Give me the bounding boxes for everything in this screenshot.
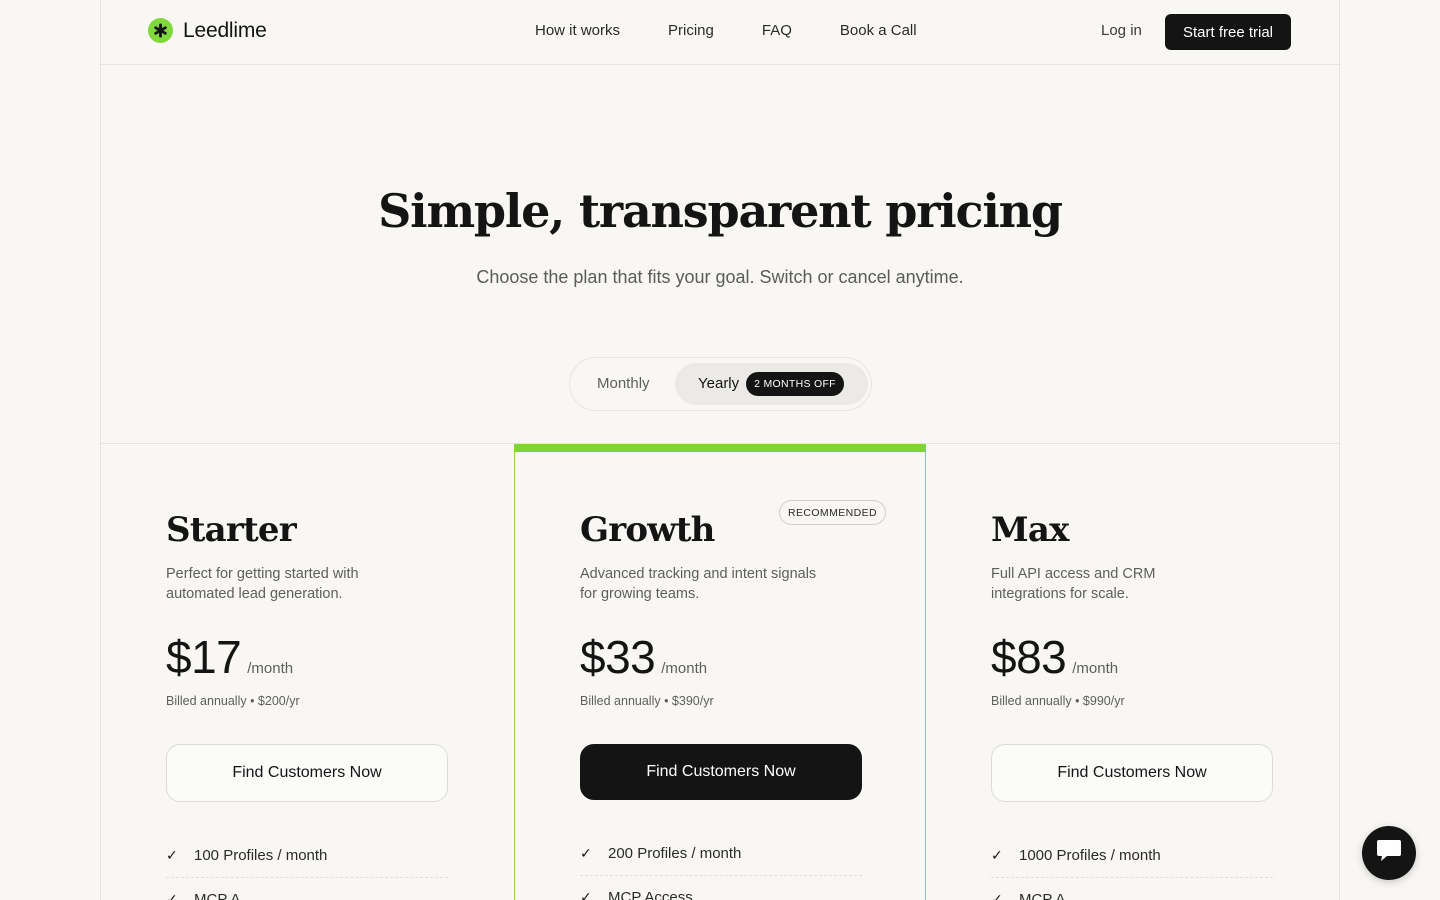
price-row: $33 /month: [580, 630, 707, 684]
billing-note: Billed annually • $990/yr: [991, 694, 1125, 708]
site-header: Leedlime How it works Pricing FAQ Book a…: [101, 0, 1339, 65]
brand-name: Leedlime: [183, 18, 267, 42]
feature-label: 200 Profiles / month: [608, 845, 742, 862]
chat-icon: [1374, 838, 1404, 869]
feature-list: ✓ 200 Profiles / month ✓ MCP Access: [580, 832, 862, 900]
page-subtitle: Choose the plan that fits your goal. Swi…: [476, 267, 964, 287]
plan-name: Growth: [580, 510, 715, 550]
plan-name: Max: [991, 510, 1069, 550]
recommended-badge: RECOMMENDED: [779, 500, 886, 525]
nav-how-it-works[interactable]: How it works: [535, 22, 620, 39]
check-icon: ✓: [580, 845, 592, 861]
plan-price: $17: [166, 631, 242, 683]
feature-label: MCP Access: [608, 889, 693, 900]
plan-description: Full API access and CRM integrations for…: [991, 566, 1156, 602]
feature-item: ✓ MCP Access: [580, 876, 862, 900]
check-icon: ✓: [166, 847, 178, 863]
billing-note: Billed annually • $200/yr: [166, 694, 300, 708]
feature-label: MCP A...: [194, 891, 253, 900]
check-icon: ✓: [991, 891, 1003, 900]
nav-faq[interactable]: FAQ: [762, 22, 792, 39]
plan-period: /month: [661, 660, 708, 677]
feature-label: 1000 Profiles / month: [1019, 847, 1161, 864]
feature-list: ✓ 100 Profiles / month ✓ MCP A...: [166, 834, 448, 900]
feature-item: ✓ 1000 Profiles / month: [991, 834, 1273, 878]
chat-launcher-button[interactable]: [1362, 826, 1416, 880]
logo[interactable]: Leedlime: [148, 18, 267, 43]
plan-description: Advanced tracking and intent signals for…: [580, 566, 817, 602]
discount-badge: 2 MONTHS OFF: [746, 372, 844, 396]
feature-item: ✓ 200 Profiles / month: [580, 832, 862, 876]
feature-item: ✓ MCP A...: [166, 878, 448, 900]
plan-card-max: Max Full API access and CRM integrations…: [926, 444, 1339, 900]
plan-price: $33: [580, 631, 656, 683]
asterisk-icon: [148, 18, 173, 43]
plan-period: /month: [247, 660, 294, 677]
plan-name: Starter: [166, 510, 297, 550]
feature-item: ✓ 100 Profiles / month: [166, 834, 448, 878]
plan-card-starter: Starter Perfect for getting started with…: [101, 444, 514, 900]
feature-label: 100 Profiles / month: [194, 847, 328, 864]
start-free-trial-button[interactable]: Start free trial: [1165, 14, 1291, 50]
plan-card-growth: RECOMMENDED Growth Advanced tracking and…: [514, 444, 926, 900]
check-icon: ✓: [580, 889, 592, 900]
toggle-yearly[interactable]: Yearly 2 MONTHS OFF: [675, 363, 868, 405]
find-customers-button[interactable]: Find Customers Now: [166, 744, 448, 802]
find-customers-button[interactable]: Find Customers Now: [991, 744, 1273, 802]
page-title: Simple, transparent pricing: [378, 184, 1063, 238]
plan-period: /month: [1072, 660, 1119, 677]
price-row: $83 /month: [991, 630, 1118, 684]
toggle-monthly[interactable]: Monthly: [597, 375, 650, 392]
billing-toggle: Monthly Yearly 2 MONTHS OFF: [569, 357, 872, 411]
feature-item: ✓ MCP A...: [991, 878, 1273, 900]
nav-pricing[interactable]: Pricing: [668, 22, 714, 39]
nav-book-a-call[interactable]: Book a Call: [840, 22, 917, 39]
login-link[interactable]: Log in: [1101, 22, 1142, 39]
check-icon: ✓: [166, 891, 178, 900]
main-nav: How it works Pricing FAQ Book a Call: [535, 22, 965, 39]
billing-note: Billed annually • $390/yr: [580, 694, 714, 708]
plan-price: $83: [991, 631, 1067, 683]
toggle-yearly-label: Yearly: [698, 375, 740, 392]
plan-description: Perfect for getting started with automat…: [166, 566, 359, 602]
feature-list: ✓ 1000 Profiles / month ✓ MCP A...: [991, 834, 1273, 900]
price-row: $17 /month: [166, 630, 293, 684]
feature-label: MCP A...: [1019, 891, 1078, 900]
check-icon: ✓: [991, 847, 1003, 863]
find-customers-button[interactable]: Find Customers Now: [580, 744, 862, 800]
